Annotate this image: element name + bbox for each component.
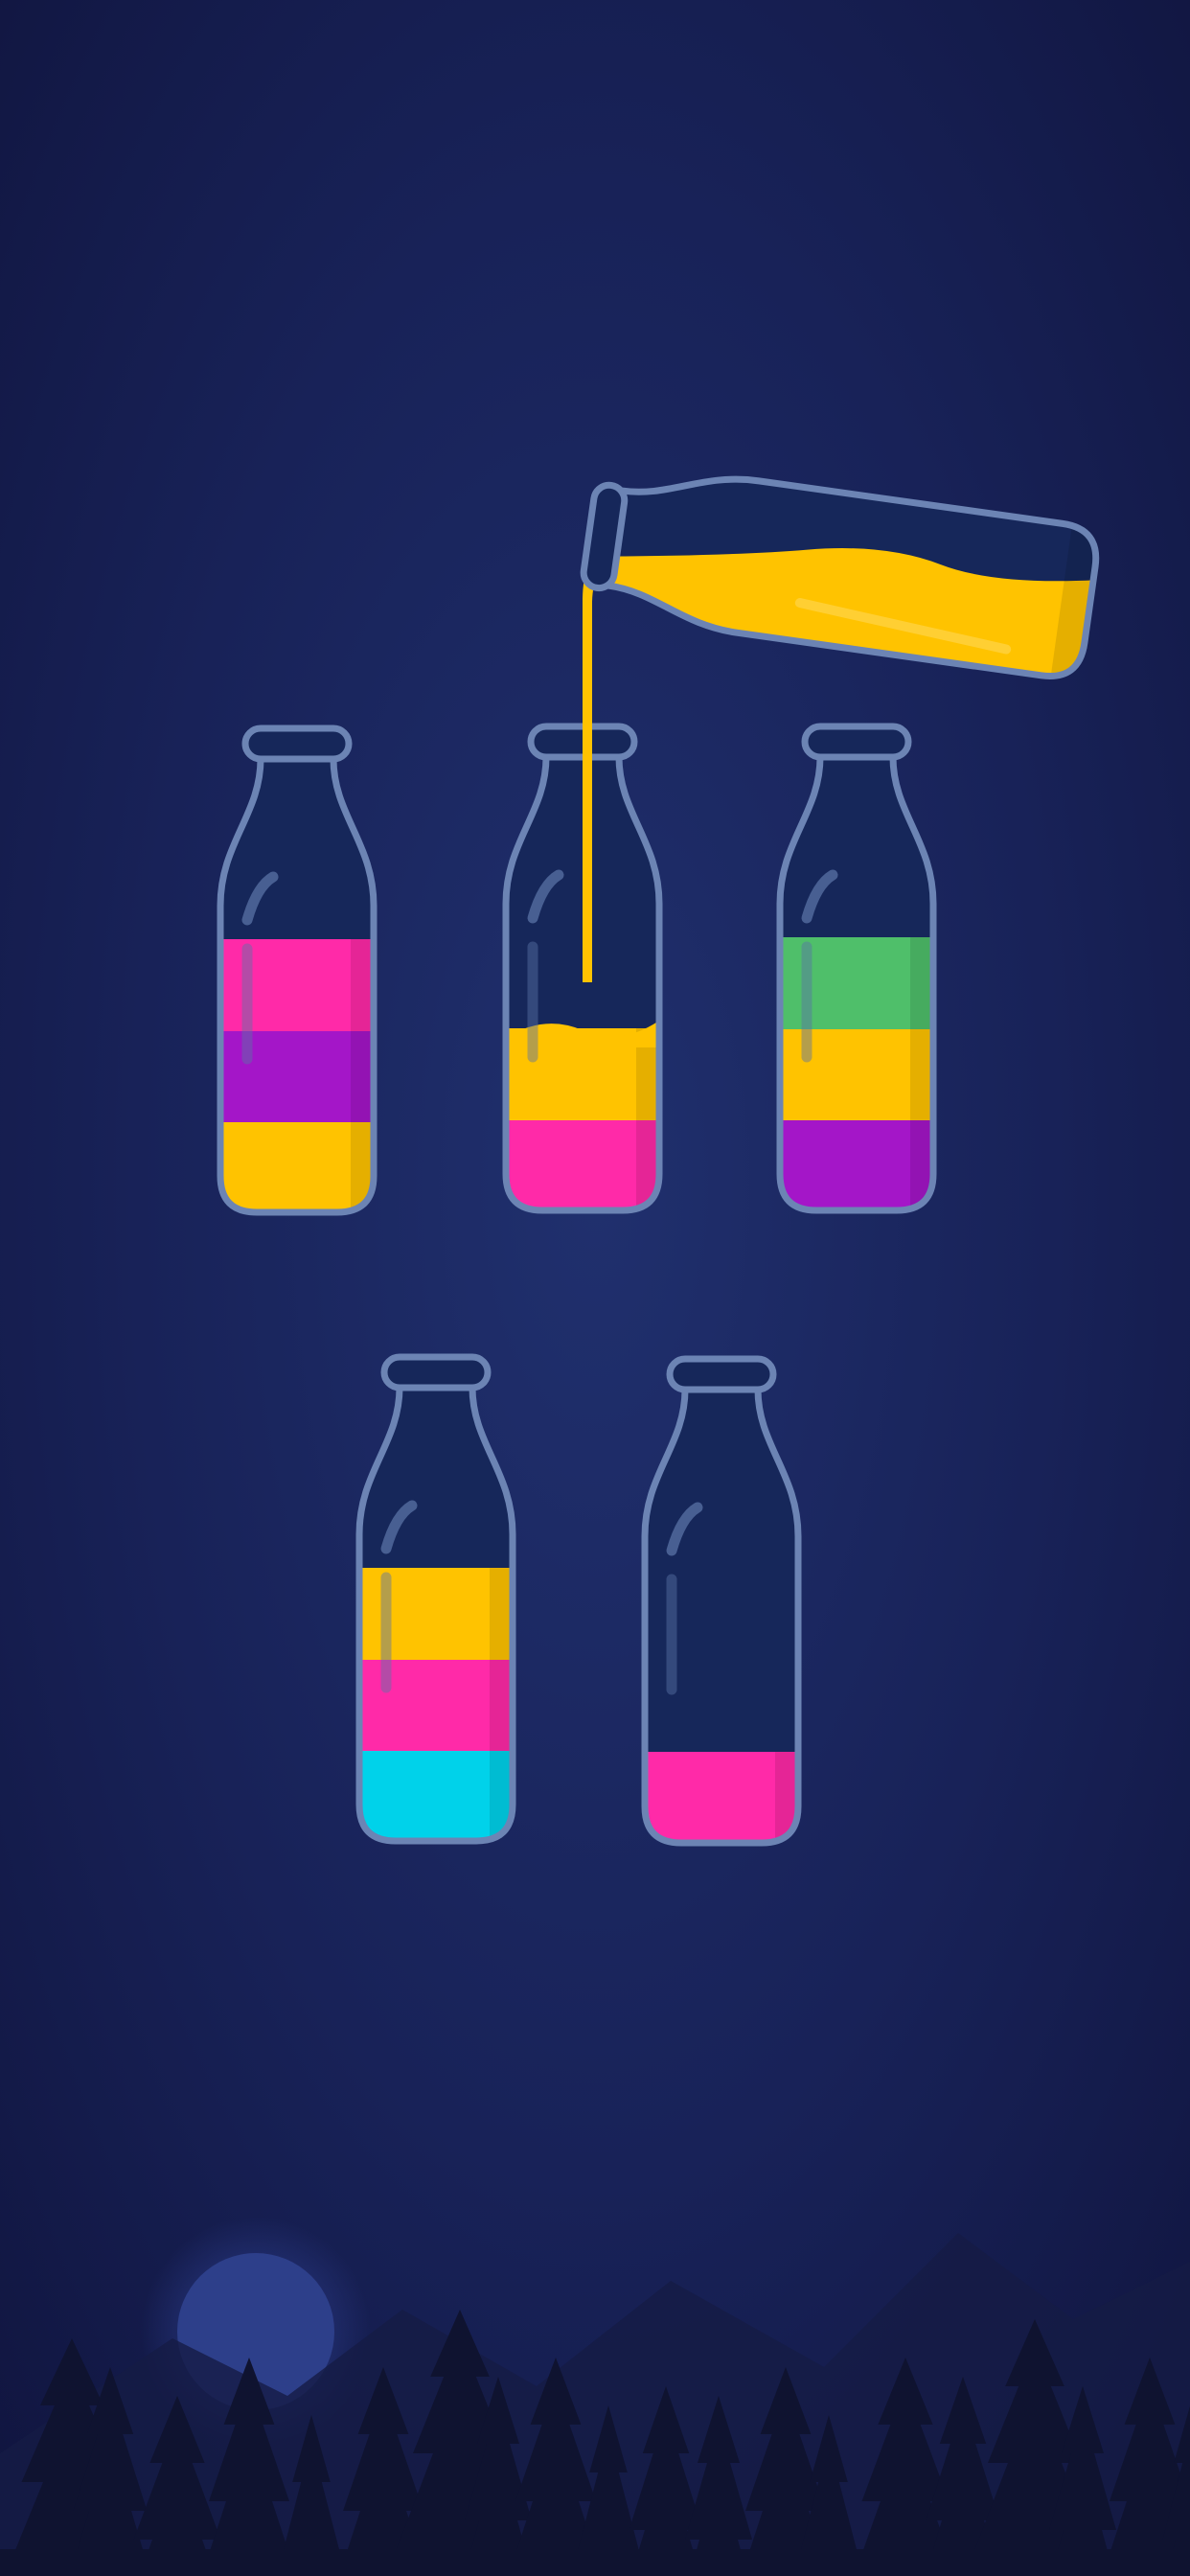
liquid-shade (351, 939, 374, 1031)
bottle-lip (666, 1355, 777, 1393)
game-scene (0, 0, 1190, 2576)
liquid-stack (645, 1752, 798, 1843)
liquid-shade (490, 1568, 513, 1660)
liquid-stack (359, 1568, 513, 1841)
liquid-shade (351, 1030, 374, 1122)
liquid-shade (910, 937, 933, 1029)
bottle-lip (241, 724, 353, 763)
liquid-stack (506, 1021, 659, 1210)
liquid-stack (220, 939, 374, 1212)
bottle-lip (801, 723, 912, 761)
liquid-shade (490, 1659, 513, 1751)
ground (0, 2549, 1190, 2576)
bottle-lip (380, 1353, 492, 1392)
liquid-stack (780, 937, 933, 1210)
background (0, 0, 1190, 2576)
liquid-shade (910, 1028, 933, 1120)
